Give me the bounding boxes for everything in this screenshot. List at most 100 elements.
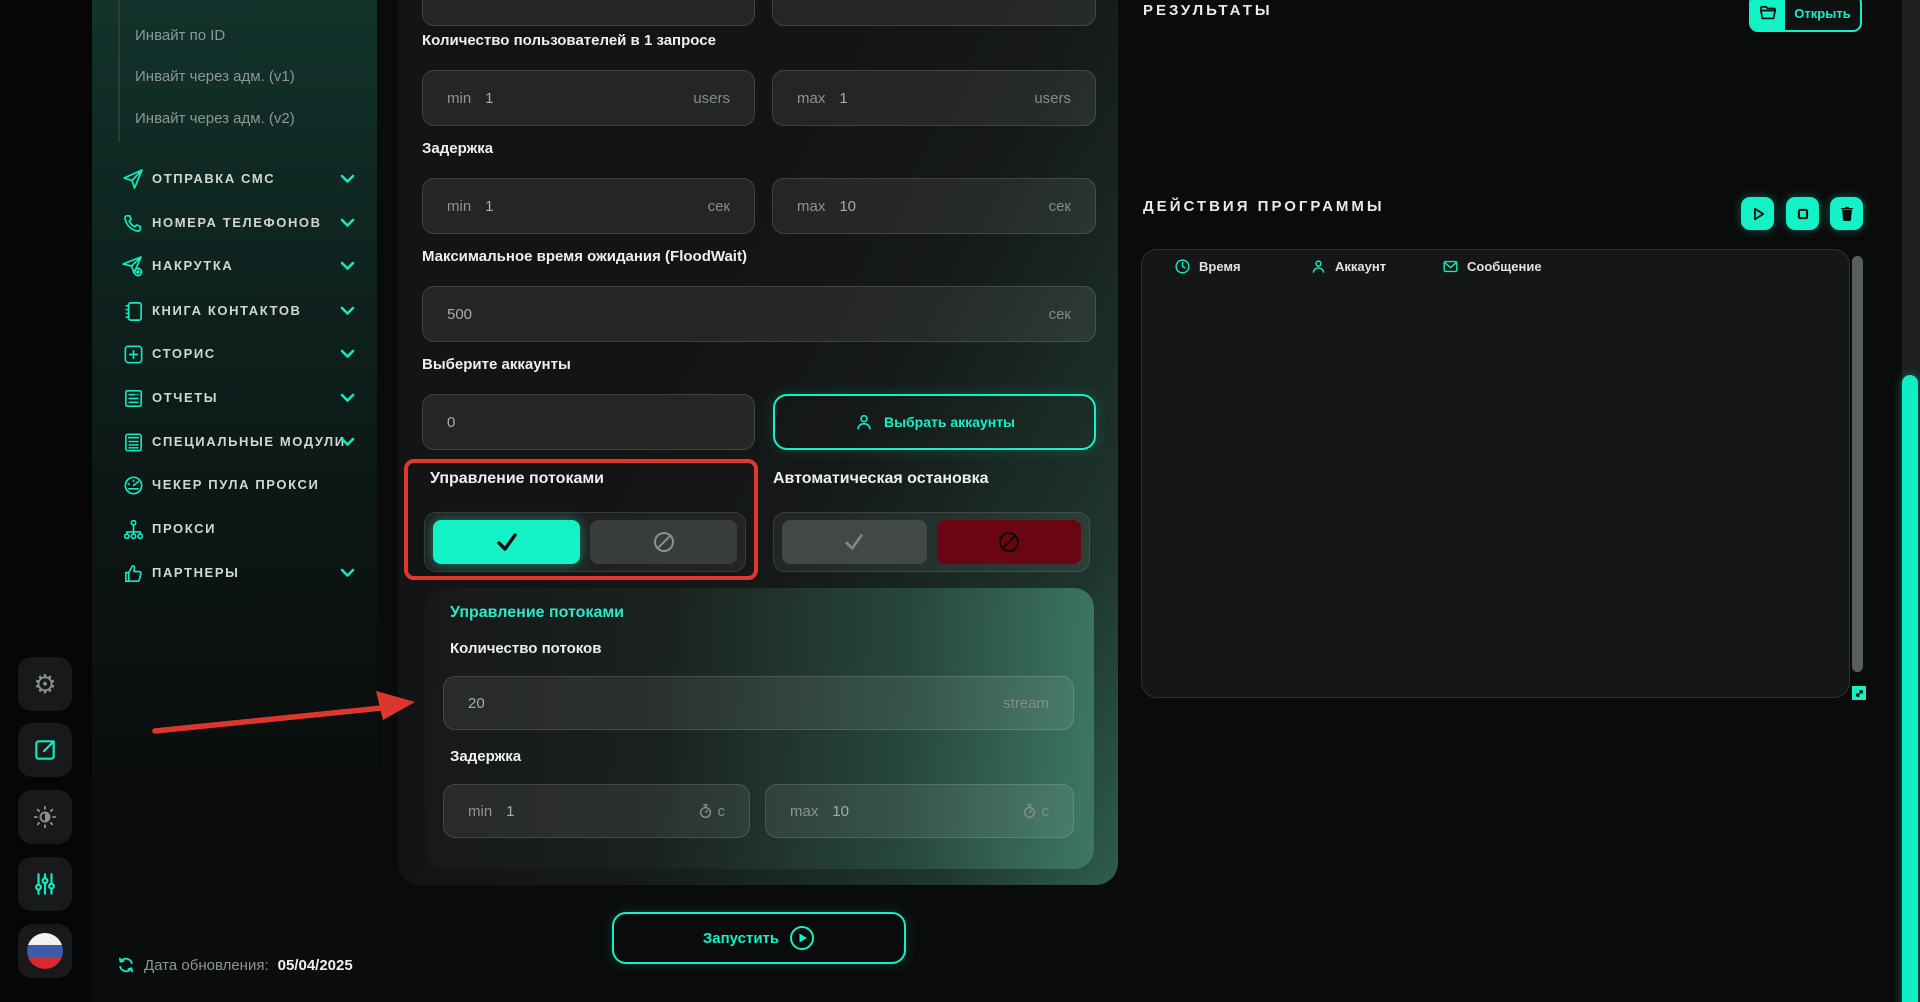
sidebar-subitem-invite-by-id[interactable]: Инвайт по ID bbox=[135, 27, 225, 49]
app-root: ⚙ bbox=[0, 0, 1920, 1002]
clock-icon bbox=[1174, 258, 1191, 275]
sidebar-item-reports[interactable]: ОТЧЕТЫ bbox=[92, 382, 377, 414]
select-accounts-button[interactable]: Выбрать аккаунты bbox=[773, 394, 1096, 450]
language-button[interactable] bbox=[18, 924, 72, 978]
paper-plane-icon bbox=[120, 166, 146, 192]
delay-max-input[interactable]: max10 сек bbox=[772, 178, 1096, 234]
update-date-value: 05/04/2025 bbox=[278, 957, 353, 974]
chevron-down-icon bbox=[340, 259, 355, 277]
contact-book-icon bbox=[120, 298, 146, 324]
modules-icon bbox=[120, 429, 146, 455]
sliders-icon bbox=[32, 871, 58, 897]
sidebar-item-stories[interactable]: СТОРИС bbox=[92, 338, 377, 370]
threads-settings-panel: Управление потоками Количество потоков 2… bbox=[425, 588, 1094, 869]
chevron-down-icon bbox=[340, 347, 355, 365]
chevron-down-icon bbox=[340, 172, 355, 190]
paper-plane-plus-icon bbox=[120, 253, 146, 279]
truncated-input-right[interactable] bbox=[772, 0, 1096, 26]
log-column-message: Сообщение bbox=[1442, 258, 1542, 275]
chevron-down-icon bbox=[340, 304, 355, 322]
annotation-arrow bbox=[140, 685, 440, 745]
sidebar-subitem-invite-adm-v2[interactable]: Инвайт через адм. (v2) bbox=[135, 110, 295, 132]
chevron-down-icon bbox=[340, 566, 355, 584]
icon-rail: ⚙ bbox=[0, 0, 92, 1002]
sidebar-item-proxy-pool-checker[interactable]: ЧЕКЕР ПУЛА ПРОКСИ bbox=[92, 469, 377, 501]
phone-icon bbox=[120, 210, 146, 236]
floodwait-input[interactable]: 500 сек bbox=[422, 286, 1096, 342]
sidebar-item-phone-numbers[interactable]: НОМЕРА ТЕЛЕФОНОВ bbox=[92, 207, 377, 239]
start-button[interactable] bbox=[1741, 197, 1774, 230]
gear-icon: ⚙ bbox=[33, 671, 56, 697]
log-column-account: Аккаунт bbox=[1310, 258, 1386, 275]
truncated-input-left[interactable] bbox=[422, 0, 755, 26]
sidebar-item-boosting[interactable]: НАКРУТКА bbox=[92, 250, 377, 282]
threads-delay-label: Задержка bbox=[450, 748, 521, 765]
check-icon bbox=[842, 532, 866, 552]
sidebar-item-partners[interactable]: ПАРТНЕРЫ bbox=[92, 557, 377, 589]
autostop-off-button[interactable] bbox=[937, 520, 1082, 564]
user-icon bbox=[854, 412, 874, 432]
proxy-network-icon bbox=[120, 516, 146, 542]
clear-log-button[interactable] bbox=[1830, 197, 1863, 230]
accounts-count-input[interactable]: 0 bbox=[422, 394, 755, 450]
sidebar-item-proxy[interactable]: ПРОКСИ bbox=[92, 513, 377, 545]
results-title: РЕЗУЛЬТАТЫ bbox=[1143, 2, 1273, 19]
play-circle-icon bbox=[789, 925, 815, 951]
log-scrollbar-thumb[interactable] bbox=[1852, 256, 1863, 672]
theme-button[interactable] bbox=[18, 790, 72, 844]
page-scrollbar-thumb[interactable] bbox=[1902, 375, 1918, 1002]
trash-icon bbox=[1838, 205, 1856, 223]
brightness-icon bbox=[32, 804, 58, 830]
program-log-panel: Время Аккаунт Сообщение bbox=[1141, 249, 1850, 698]
threads-count-label: Количество потоков bbox=[450, 640, 601, 657]
update-date-label: Дата обновления: bbox=[144, 957, 269, 974]
threads-delay-max-input[interactable]: max10 с bbox=[765, 784, 1074, 838]
select-accounts-label: Выберите аккаунты bbox=[422, 356, 571, 373]
users-per-request-label: Количество пользователей в 1 запросе bbox=[422, 32, 716, 49]
threads-count-input[interactable]: 20 stream bbox=[443, 676, 1074, 730]
run-button[interactable]: Запустить bbox=[612, 912, 906, 964]
autostop-on-button[interactable] bbox=[782, 520, 927, 564]
threads-panel-title: Управление потоками bbox=[450, 604, 624, 622]
program-actions-title: ДЕЙСТВИЯ ПРОГРАММЫ bbox=[1143, 198, 1385, 215]
refresh-icon bbox=[117, 956, 135, 974]
filters-button[interactable] bbox=[18, 857, 72, 911]
delay-label: Задержка bbox=[422, 140, 493, 157]
users-max-input[interactable]: max1 users bbox=[772, 70, 1096, 126]
chevron-down-icon bbox=[340, 391, 355, 409]
report-icon bbox=[120, 385, 146, 411]
open-results-button[interactable]: Открыть bbox=[1749, 0, 1862, 32]
slash-circle-icon bbox=[999, 532, 1019, 552]
threads-delay-min-input[interactable]: min1 с bbox=[443, 784, 750, 838]
flag-russia-icon bbox=[27, 933, 63, 969]
thumbs-up-icon bbox=[120, 560, 146, 586]
sidebar-subitem-invite-adm-v1[interactable]: Инвайт через адм. (v1) bbox=[135, 68, 295, 90]
floodwait-label: Максимальное время ожидания (FloodWait) bbox=[422, 248, 747, 265]
plus-square-icon bbox=[120, 341, 146, 367]
folder-icon bbox=[1751, 0, 1785, 30]
chevron-down-icon bbox=[340, 435, 355, 453]
resize-handle[interactable] bbox=[1852, 686, 1866, 700]
stopwatch-icon bbox=[698, 803, 713, 819]
autostop-toggle bbox=[773, 512, 1090, 572]
update-date-row: Дата обновления: 05/04/2025 bbox=[117, 956, 353, 974]
submenu-rail-line bbox=[118, 0, 120, 142]
autostop-label: Автоматическая остановка bbox=[773, 470, 989, 488]
external-link-button[interactable] bbox=[18, 723, 72, 777]
speedometer-icon bbox=[120, 472, 146, 498]
user-icon bbox=[1310, 258, 1327, 275]
sidebar-item-special-modules[interactable]: СПЕЦИАЛЬНЫЕ МОДУЛИ bbox=[92, 426, 377, 458]
stop-button[interactable] bbox=[1786, 197, 1819, 230]
mail-icon bbox=[1442, 258, 1459, 275]
settings-button[interactable]: ⚙ bbox=[18, 657, 72, 711]
sidebar-item-sms[interactable]: ОТПРАВКА СМС bbox=[92, 163, 377, 195]
users-min-input[interactable]: min1 users bbox=[422, 70, 755, 126]
delay-min-input[interactable]: min1 сек bbox=[422, 178, 755, 234]
stop-icon bbox=[1794, 205, 1812, 223]
external-link-icon bbox=[32, 737, 58, 763]
annotation-highlight-box bbox=[404, 459, 758, 580]
chevron-down-icon bbox=[340, 216, 355, 234]
log-column-time: Время bbox=[1174, 258, 1241, 275]
play-icon bbox=[1749, 205, 1767, 223]
sidebar-item-contact-book[interactable]: КНИГА КОНТАКТОВ bbox=[92, 295, 377, 327]
